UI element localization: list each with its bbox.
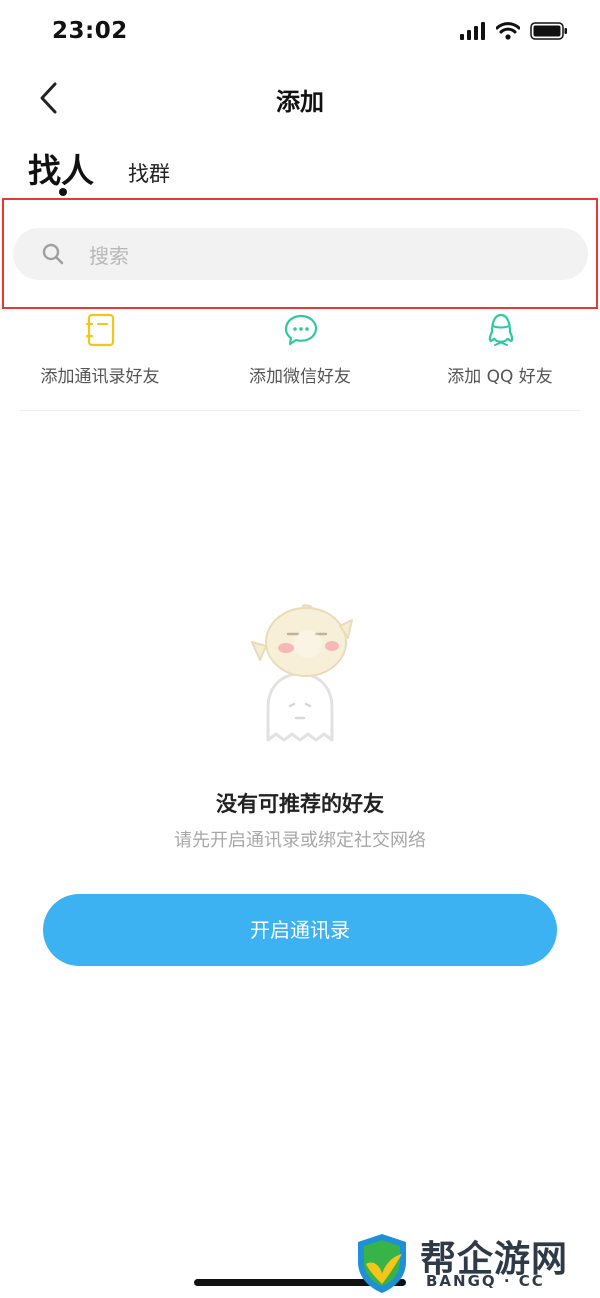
ghost-with-bird-illustration (251, 604, 353, 742)
watermark: 帮企游网 BANGQ · CC (352, 1230, 600, 1298)
add-qq-friends[interactable]: 添加 QQ 好友 (400, 310, 600, 400)
add-contacts-friends[interactable]: 添加通讯录好友 (0, 310, 200, 400)
contacts-book-icon (85, 313, 115, 347)
quick-actions: 添加通讯录好友 添加微信好友 添加 QQ 好友 (0, 310, 600, 400)
page-title: 添加 (276, 88, 324, 116)
empty-state-title: 没有可推荐的好友 (216, 792, 384, 816)
search-placeholder: 搜索 (89, 244, 129, 268)
wechat-icon (284, 314, 318, 346)
nav-bar: 添加 (0, 66, 600, 128)
add-wechat-friends-label: 添加微信好友 (249, 367, 351, 387)
qq-icon (488, 313, 514, 346)
status-time: 23:02 (52, 18, 128, 44)
status-icons (460, 22, 568, 40)
divider (20, 410, 580, 411)
enable-contacts-button[interactable]: 开启通讯录 (43, 894, 557, 966)
empty-state-subtitle: 请先开启通讯录或绑定社交网络 (174, 830, 426, 851)
add-wechat-friends[interactable]: 添加微信好友 (200, 310, 400, 400)
battery-icon (530, 22, 567, 40)
add-qq-friends-label: 添加 QQ 好友 (447, 367, 553, 387)
wifi-icon (496, 22, 520, 40)
signal-icon (460, 22, 485, 40)
tab-find-people[interactable]: 找人 (28, 144, 94, 192)
watermark-domain: BANGQ · CC (426, 1272, 545, 1290)
tab-active-indicator (59, 188, 67, 196)
shield-logo-icon (358, 1234, 406, 1293)
add-contacts-friends-label: 添加通讯录好友 (40, 367, 160, 387)
search-icon (42, 243, 64, 265)
tab-find-groups[interactable]: 找群 (128, 158, 170, 188)
search-input[interactable]: 搜索 (13, 228, 588, 280)
status-bar: 23:02 (0, 0, 600, 66)
